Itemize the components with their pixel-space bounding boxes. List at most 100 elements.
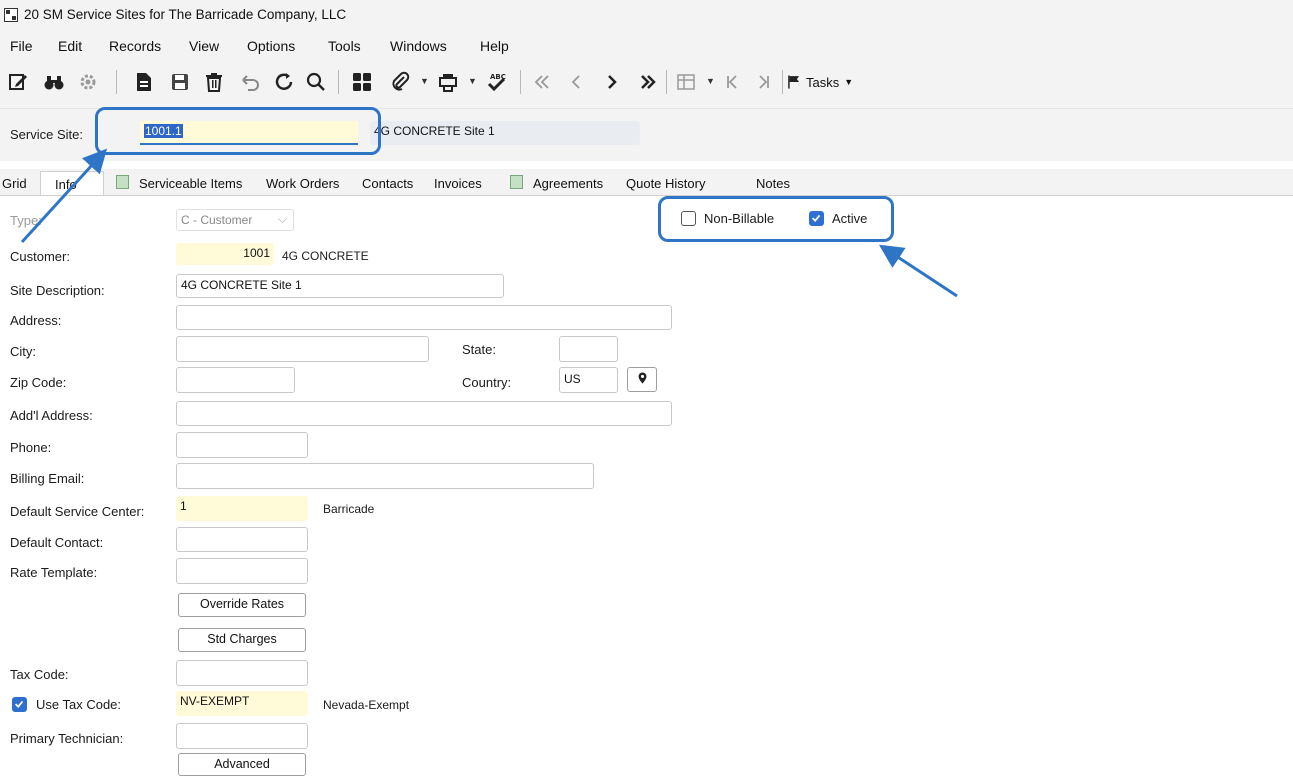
- tab-work-orders[interactable]: Work Orders: [266, 171, 339, 195]
- serviceable-items-tab-icon: [116, 175, 129, 189]
- default-service-center-value: 1: [180, 499, 187, 513]
- menu-help[interactable]: Help: [480, 38, 509, 54]
- site-description-value: 4G CONCRETE Site 1: [181, 278, 302, 292]
- menu-view[interactable]: View: [189, 38, 219, 54]
- addl-address-input[interactable]: [176, 401, 672, 426]
- address-input[interactable]: [176, 305, 672, 330]
- menu-options[interactable]: Options: [247, 38, 295, 54]
- gear-icon[interactable]: [72, 66, 104, 98]
- table-view-icon[interactable]: [670, 66, 702, 98]
- country-input[interactable]: US: [559, 367, 618, 393]
- attach-icon[interactable]: [384, 66, 416, 98]
- checkmark-icon: [14, 700, 24, 708]
- use-tax-code-checkbox[interactable]: [12, 697, 27, 712]
- new-document-icon[interactable]: [128, 66, 160, 98]
- tab-serviceable-items[interactable]: Serviceable Items: [139, 171, 242, 195]
- use-tax-code-name: Nevada-Exempt: [323, 698, 410, 712]
- menu-windows[interactable]: Windows: [390, 38, 447, 54]
- table-view-dropdown-icon[interactable]: ▼: [706, 76, 715, 86]
- checkbox-callout: [658, 196, 894, 242]
- default-service-center-input[interactable]: 1: [176, 496, 308, 521]
- tab-info[interactable]: Info: [40, 171, 104, 195]
- use-tax-code-input[interactable]: NV-EXEMPT: [176, 691, 308, 716]
- customer-number-input[interactable]: 1001: [176, 243, 274, 265]
- city-input[interactable]: [176, 336, 429, 362]
- menu-tools[interactable]: Tools: [328, 38, 361, 54]
- tab-invoices[interactable]: Invoices: [434, 171, 482, 195]
- undo-icon[interactable]: [234, 66, 266, 98]
- site-description-input[interactable]: 4G CONCRETE Site 1: [176, 274, 504, 298]
- use-tax-code-value: NV-EXEMPT: [180, 694, 250, 708]
- default-service-center-label: Default Service Center:: [10, 504, 145, 519]
- app-icon: [4, 8, 18, 22]
- use-tax-code-label: Use Tax Code:: [36, 697, 122, 712]
- previous-record-icon[interactable]: [560, 66, 592, 98]
- service-site-callout: [95, 107, 381, 155]
- billing-email-input[interactable]: [176, 463, 594, 489]
- agreements-tab-icon: [510, 175, 523, 189]
- billing-email-label: Billing Email:: [10, 471, 85, 486]
- last-record-icon[interactable]: [632, 66, 664, 98]
- tab-contacts[interactable]: Contacts: [362, 171, 413, 195]
- zip-code-input[interactable]: [176, 367, 295, 393]
- menu-file[interactable]: File: [10, 38, 33, 54]
- tax-code-label: Tax Code:: [10, 667, 69, 682]
- override-rates-button[interactable]: Override Rates: [178, 593, 306, 617]
- state-input[interactable]: [559, 336, 618, 362]
- city-label: City:: [10, 344, 36, 359]
- advanced-button[interactable]: Advanced: [178, 753, 306, 776]
- rate-template-label: Rate Template:: [10, 565, 98, 580]
- std-charges-button[interactable]: Std Charges: [178, 628, 306, 652]
- type-select[interactable]: C - Customer ⌵: [176, 209, 294, 231]
- toolbar-separator: [116, 70, 117, 94]
- type-select-value: C - Customer: [181, 213, 253, 227]
- menu-records[interactable]: Records: [109, 38, 161, 54]
- tax-code-input[interactable]: [176, 660, 308, 686]
- tab-notes[interactable]: Notes: [756, 171, 790, 195]
- chevron-down-icon: ⌵: [277, 212, 287, 226]
- country-value: US: [564, 372, 581, 386]
- flag-icon: [788, 75, 800, 89]
- default-contact-input[interactable]: [176, 527, 308, 552]
- checkbox-arrow: [878, 244, 958, 298]
- first-record-icon[interactable]: [526, 66, 558, 98]
- grid-icon[interactable]: [346, 66, 378, 98]
- site-description-label: Site Description:: [10, 283, 105, 298]
- type-label: Type:: [10, 213, 42, 228]
- refresh-icon[interactable]: [268, 66, 300, 98]
- tab-quote-history[interactable]: Quote History: [626, 171, 705, 195]
- tasks-label: Tasks: [806, 74, 840, 90]
- attach-dropdown-icon[interactable]: ▼: [420, 76, 429, 86]
- phone-input[interactable]: [176, 432, 308, 458]
- map-location-button[interactable]: [627, 367, 657, 392]
- country-label: Country:: [462, 375, 512, 390]
- window-title: 20 SM Service Sites for The Barricade Co…: [24, 7, 347, 22]
- service-site-label: Service Site:: [10, 127, 83, 142]
- print-dropdown-icon[interactable]: ▼: [468, 76, 477, 86]
- service-site-description: 4G CONCRETE Site 1: [370, 121, 640, 145]
- binoculars-icon[interactable]: [38, 66, 70, 98]
- customer-label: Customer:: [10, 249, 70, 264]
- delete-icon[interactable]: [198, 66, 230, 98]
- save-icon[interactable]: [164, 66, 196, 98]
- state-label: State:: [462, 342, 496, 357]
- rate-template-input[interactable]: [176, 558, 308, 584]
- toolbar-separator: [666, 70, 667, 94]
- print-icon[interactable]: [432, 66, 464, 98]
- tasks-button[interactable]: Tasks ▼: [786, 66, 866, 98]
- first-page-icon[interactable]: [716, 66, 748, 98]
- service-site-description-text: 4G CONCRETE Site 1: [374, 124, 495, 138]
- last-page-icon[interactable]: [748, 66, 780, 98]
- edit-icon[interactable]: [2, 66, 34, 98]
- next-record-icon[interactable]: [596, 66, 628, 98]
- spellcheck-icon[interactable]: ABC: [480, 66, 512, 98]
- menu-edit[interactable]: Edit: [58, 38, 82, 54]
- address-label: Address:: [10, 313, 62, 328]
- tab-grid[interactable]: Grid: [0, 171, 27, 195]
- primary-technician-label: Primary Technician:: [10, 731, 124, 746]
- search-icon[interactable]: [300, 66, 332, 98]
- toolbar-separator: [520, 70, 521, 94]
- default-contact-label: Default Contact:: [10, 535, 104, 550]
- tab-agreements[interactable]: Agreements: [533, 171, 603, 195]
- primary-technician-input[interactable]: [176, 723, 308, 749]
